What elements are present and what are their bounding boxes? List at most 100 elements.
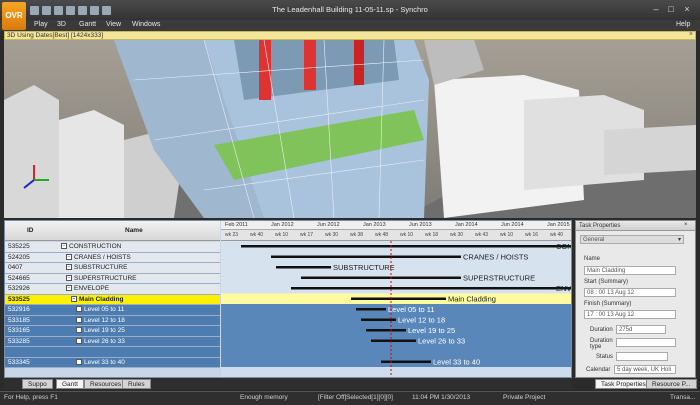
status-filter[interactable]: [Filter Off]: [318, 394, 346, 401]
task-name: − CRANES / HOISTS: [66, 253, 131, 263]
finish-label: Finish (Summary): [584, 301, 632, 307]
expand-toggle-icon[interactable]: +: [76, 337, 82, 344]
table-row[interactable]: 532926 − ENVELOPE: [5, 284, 220, 295]
tab-supports[interactable]: Suppo: [22, 379, 53, 389]
bar-label: Level 12 to 18: [398, 316, 445, 325]
gantt-panel[interactable]: ID Name 535225− CONSTRUCTION 524205− CRANES…: [4, 220, 572, 378]
week-label: wk 16: [525, 232, 539, 238]
viewport-close-icon[interactable]: ×: [689, 31, 693, 38]
menu-view[interactable]: View: [106, 21, 121, 28]
week-label: wk 30: [325, 232, 339, 238]
table-row[interactable]: 535225 − CONSTRUCTION: [5, 242, 220, 253]
column-id[interactable]: ID: [27, 227, 34, 234]
expand-toggle-icon[interactable]: +: [76, 316, 82, 323]
duration-type-field[interactable]: [616, 338, 676, 347]
summary-bar: [271, 255, 461, 258]
bar-label: CON: [556, 242, 572, 251]
menu-play[interactable]: Play: [34, 21, 48, 28]
grid-header: ID Name: [5, 221, 220, 241]
new-file-icon[interactable]: [30, 6, 39, 15]
table-row[interactable]: 532916 + Level 05 to 11: [5, 305, 220, 316]
expand-toggle-icon[interactable]: −: [61, 243, 67, 250]
table-row[interactable]: [5, 347, 220, 358]
app-logo[interactable]: OVR: [2, 2, 26, 30]
tab-rules[interactable]: Rules: [122, 379, 151, 389]
bar-label: Level 05 to 11: [388, 305, 435, 314]
summary-bar: [371, 339, 416, 342]
expand-toggle-icon[interactable]: +: [76, 327, 82, 334]
3d-viewport[interactable]: [4, 40, 696, 218]
open-file-icon[interactable]: [42, 6, 51, 15]
task-id: 532916: [8, 306, 30, 313]
task-id: 533165: [8, 327, 30, 334]
tab-task-properties[interactable]: Task Properties: [595, 379, 652, 389]
menu-help[interactable]: Help: [676, 21, 690, 28]
gantt-chart[interactable]: Feb 2011 Jan 2012 Jun 2012 Jan 2013 Jun 2013…: [221, 221, 572, 377]
expand-toggle-icon[interactable]: +: [76, 306, 82, 313]
table-row[interactable]: 533285 + Level 26 to 33: [5, 336, 220, 347]
table-row[interactable]: 524665 − SUPERSTRUCTURE: [5, 273, 220, 284]
name-field[interactable]: Main Cladding: [584, 266, 676, 275]
expand-toggle-icon[interactable]: −: [66, 264, 72, 271]
table-row[interactable]: 533345 + Level 33 to 40: [5, 357, 220, 368]
status-field[interactable]: [616, 352, 668, 361]
status-memory: Enough memory: [240, 394, 288, 401]
tab-gantt[interactable]: Gantt: [56, 379, 84, 389]
table-row[interactable]: 524205 − CRANES / HOISTS: [5, 252, 220, 263]
maximize-icon[interactable]: □: [665, 4, 677, 15]
expand-toggle-icon[interactable]: −: [71, 295, 77, 302]
expand-toggle-icon[interactable]: −: [66, 253, 72, 260]
task-name: − SUBSTRUCTURE: [66, 263, 127, 273]
expand-toggle-icon[interactable]: −: [66, 285, 72, 292]
task-name-text: Level 26 to 33: [84, 337, 125, 345]
status-time: 11:04 PM 1/30/2013: [412, 394, 471, 401]
start-field[interactable]: 08 : 00 13 Aug 12: [584, 288, 676, 297]
menu-3d[interactable]: 3D: [57, 21, 66, 28]
redo-icon[interactable]: [78, 6, 87, 15]
print-icon[interactable]: [90, 6, 99, 15]
finish-field[interactable]: 17 : 00 13 Aug 12: [584, 310, 676, 319]
tab-resource-properties[interactable]: Resource P...: [646, 379, 697, 389]
summary-bar: [241, 245, 571, 248]
duration-field[interactable]: 275d: [616, 325, 666, 334]
bar-label: Level 19 to 25: [408, 326, 455, 335]
bar-label: ENVELOP: [556, 284, 572, 293]
task-name-text: Level 05 to 11: [84, 306, 125, 313]
group-dropdown[interactable]: General: [580, 235, 684, 244]
gantt-bars: CON CRANES / HOISTS SUBSTRUCTURE SUPERSTRUC…: [221, 241, 572, 377]
expand-toggle-icon[interactable]: −: [66, 274, 72, 281]
task-name: − ENVELOPE: [66, 284, 109, 294]
undo-icon[interactable]: [66, 6, 75, 15]
task-name: − SUPERSTRUCTURE: [66, 274, 136, 284]
week-label: wk 38: [350, 232, 364, 238]
close-icon[interactable]: ×: [681, 4, 693, 15]
menu-windows[interactable]: Windows: [132, 21, 160, 28]
table-row[interactable]: 533525 − Main Cladding: [5, 294, 220, 305]
duration-label: Duration: [590, 327, 613, 333]
week-label: wk 10: [500, 232, 514, 238]
task-id: 524205: [8, 253, 30, 261]
task-name-text: CRANES / HOISTS: [74, 253, 131, 261]
start-label: Start (Summary): [584, 279, 629, 285]
table-row[interactable]: 533185 + Level 12 to 18: [5, 315, 220, 326]
menu-gantt[interactable]: Gantt: [79, 21, 96, 28]
task-id: 535225: [8, 243, 30, 250]
chevron-down-icon[interactable]: ▾: [678, 236, 681, 243]
week-label: wk 43: [475, 232, 489, 238]
year-label: Jun 2014: [501, 222, 524, 228]
column-name[interactable]: Name: [125, 227, 143, 234]
tab-resources[interactable]: Resources: [84, 379, 128, 389]
table-row[interactable]: 533165 + Level 19 to 25: [5, 326, 220, 337]
toolbar-dropdown-icon[interactable]: [102, 6, 111, 15]
table-row[interactable]: 0407 − SUBSTRUCTURE: [5, 263, 220, 274]
panel-close-icon[interactable]: ×: [684, 222, 688, 228]
summary-bar: [301, 276, 461, 279]
minimize-icon[interactable]: –: [650, 4, 662, 15]
summary-bar: [366, 329, 406, 332]
expand-toggle-icon[interactable]: +: [76, 358, 82, 365]
task-id: 524665: [8, 274, 30, 282]
week-label: wk 40: [250, 232, 264, 238]
task-id: 0407: [8, 264, 23, 271]
calendar-field[interactable]: 5 day week, UK Holi: [614, 365, 676, 374]
save-icon[interactable]: [54, 6, 63, 15]
